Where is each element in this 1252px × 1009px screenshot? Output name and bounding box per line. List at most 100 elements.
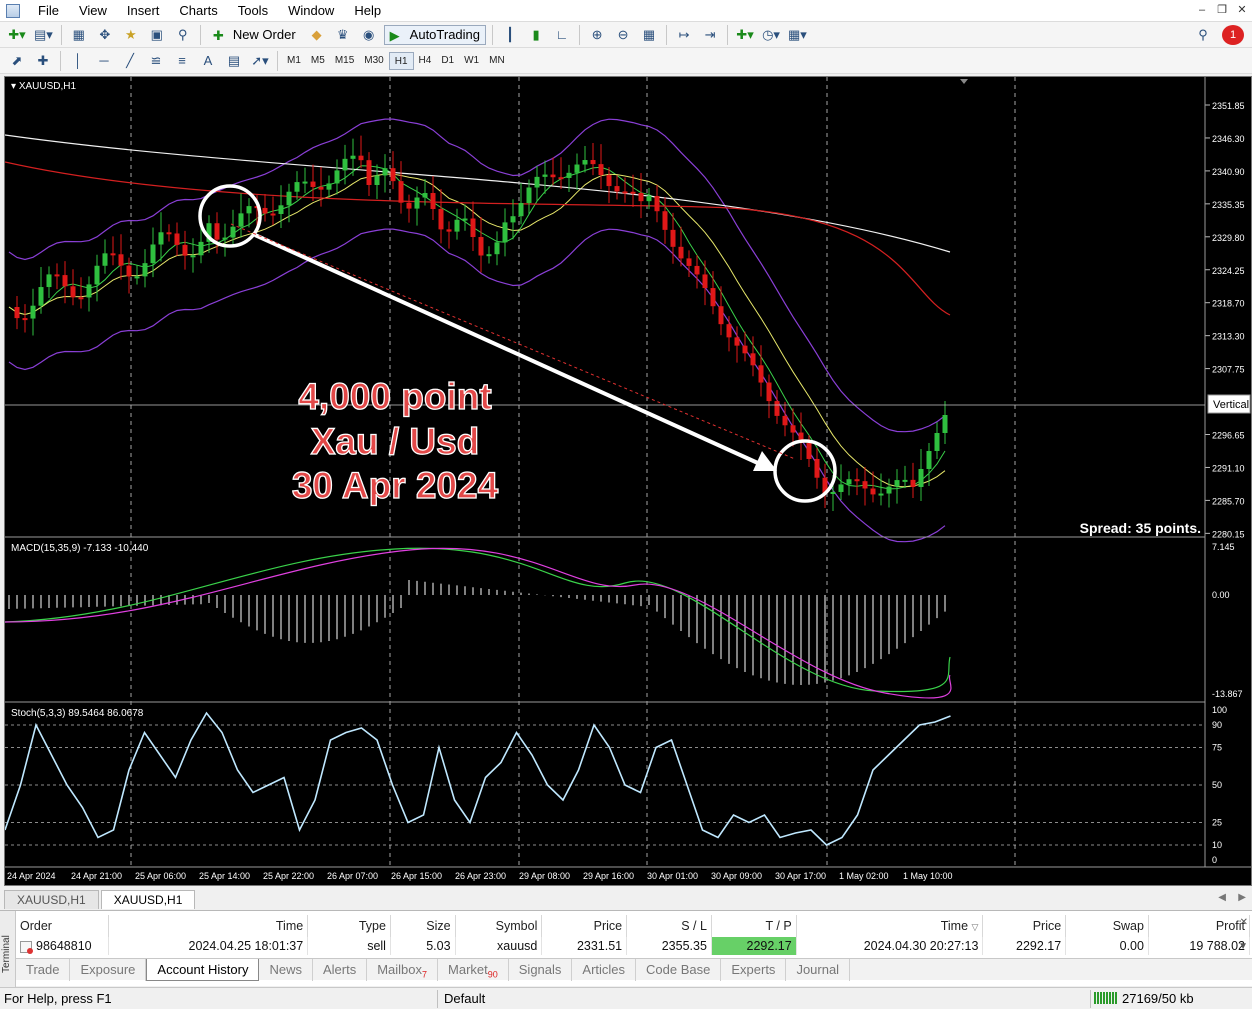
timeframe-m15[interactable]: M15 xyxy=(330,52,359,70)
tab-mailbox[interactable]: Mailbox7 xyxy=(367,958,439,981)
text-icon[interactable]: A xyxy=(197,51,219,71)
indicators-icon[interactable]: ✚▾ xyxy=(734,25,756,45)
profiles-icon[interactable]: ▤▾ xyxy=(32,25,55,45)
timeframe-mn[interactable]: MN xyxy=(484,52,510,70)
fibonacci-icon[interactable]: ≡ xyxy=(171,51,193,71)
chart-tab-2[interactable]: XAUUSD,H1 xyxy=(100,890,196,909)
zoom-in-icon[interactable]: ⊕ xyxy=(586,25,608,45)
market-watch-icon[interactable]: ▦ xyxy=(68,25,90,45)
autotrading-button[interactable]: ▶ AutoTrading xyxy=(383,24,487,45)
arrows-icon[interactable]: ➚▾ xyxy=(249,51,271,71)
terminal-icon[interactable]: ▣ xyxy=(146,25,168,45)
timeframe-d1[interactable]: D1 xyxy=(436,52,459,70)
candle-body xyxy=(894,480,900,487)
menu-charts[interactable]: Charts xyxy=(169,0,227,22)
line-chart-icon[interactable]: ∟ xyxy=(551,25,573,45)
timeframe-h4[interactable]: H4 xyxy=(414,52,437,70)
auto-scroll-icon[interactable]: ↦ xyxy=(673,25,695,45)
text-label-icon[interactable]: ▤ xyxy=(223,51,245,71)
timeframe-m5[interactable]: M5 xyxy=(306,52,330,70)
close-terminal-icon[interactable]: ✕ xyxy=(1240,917,1248,928)
menu-file[interactable]: File xyxy=(28,0,69,22)
tab-market[interactable]: Market90 xyxy=(438,958,509,981)
bar-chart-icon[interactable]: ┃ xyxy=(499,25,521,45)
candle-body xyxy=(422,193,428,198)
tab-alerts[interactable]: Alerts xyxy=(313,958,368,981)
templates-icon[interactable]: ▦▾ xyxy=(786,25,809,45)
menu-help[interactable]: Help xyxy=(344,0,391,22)
scroll-down-icon[interactable]: ▼ xyxy=(1238,941,1248,952)
vertical-line-icon[interactable]: │ xyxy=(67,51,89,71)
horizontal-line-icon[interactable]: ─ xyxy=(93,51,115,71)
tab-scroll-left-icon[interactable]: ◀ xyxy=(1218,892,1226,903)
col-tp[interactable]: T / P xyxy=(711,915,797,937)
col-sl[interactable]: S / L xyxy=(626,915,712,937)
strategy-tester-icon[interactable]: ⚲ xyxy=(172,25,194,45)
timeframe-m30[interactable]: M30 xyxy=(359,52,388,70)
timeframe-w1[interactable]: W1 xyxy=(459,52,484,70)
time-tick-label: 1 May 02:00 xyxy=(839,871,889,881)
col-time[interactable]: Time xyxy=(108,915,309,937)
tab-news[interactable]: News xyxy=(259,958,313,981)
zoom-out-icon[interactable]: ⊖ xyxy=(612,25,634,45)
menu-tools[interactable]: Tools xyxy=(228,0,278,22)
tab-scroll-right-icon[interactable]: ▶ xyxy=(1238,892,1246,903)
col-symbol[interactable]: Symbol xyxy=(455,915,543,937)
menu-insert[interactable]: Insert xyxy=(117,0,170,22)
minimize-icon[interactable]: – xyxy=(1192,0,1212,20)
col-close-time[interactable]: Time ▽ xyxy=(796,915,984,937)
vertical-label: Vertical xyxy=(1213,399,1249,411)
tab-trade[interactable]: Trade xyxy=(16,958,71,981)
col-order[interactable]: Order xyxy=(16,915,110,937)
chart-window[interactable]: 2351.85 2346.30 2340.90 2335.35 2329.80 2324.… xyxy=(4,76,1252,886)
timeframe-m1[interactable]: M1 xyxy=(282,52,306,70)
trendline-icon[interactable]: ╱ xyxy=(119,51,141,71)
price-chart[interactable]: 2351.85 2346.30 2340.90 2335.35 2329.80 2324.… xyxy=(4,77,1251,885)
new-order-button[interactable]: ✚ New Order xyxy=(207,25,302,45)
tab-experts[interactable]: Experts xyxy=(721,958,787,981)
col-price[interactable]: Price xyxy=(541,915,628,937)
data-window-icon[interactable]: ✥ xyxy=(94,25,116,45)
cursor-icon[interactable]: ⬈ xyxy=(6,51,28,71)
tab-exposure[interactable]: Exposure xyxy=(70,958,147,981)
channel-icon[interactable]: ≌ xyxy=(145,51,167,71)
tab-articles[interactable]: Articles xyxy=(572,958,637,981)
candlestick-icon[interactable]: ▮ xyxy=(525,25,547,45)
col-swap[interactable]: Swap xyxy=(1065,915,1149,937)
candle-body xyxy=(294,182,300,192)
col-size[interactable]: Size xyxy=(390,915,456,937)
tab-code-base[interactable]: Code Base xyxy=(636,958,722,981)
candle-body xyxy=(374,175,380,185)
candle-body xyxy=(726,324,732,338)
navigator-icon[interactable]: ★ xyxy=(120,25,142,45)
menu-view[interactable]: View xyxy=(69,0,117,22)
periods-icon[interactable]: ◷▾ xyxy=(760,25,782,45)
new-chart-icon[interactable]: ✚▾ xyxy=(6,25,28,45)
col-type[interactable]: Type xyxy=(307,915,391,937)
tab-account-history[interactable]: Account History xyxy=(146,958,260,981)
col-profit[interactable]: Profit xyxy=(1148,915,1251,937)
chart-shift-icon[interactable]: ⇥ xyxy=(699,25,721,45)
chart-tab-1[interactable]: XAUUSD,H1 xyxy=(4,890,99,909)
table-row[interactable]: 98648810 2024.04.25 18:01:37 sell 5.03 x… xyxy=(16,937,1251,955)
chart-shift-marker[interactable] xyxy=(960,79,968,84)
metaeditor-icon[interactable]: ◆ xyxy=(306,25,328,45)
crosshair-icon[interactable]: ✚ xyxy=(32,51,54,71)
tile-windows-icon[interactable]: ▦ xyxy=(638,25,660,45)
tab-signals[interactable]: Signals xyxy=(509,958,573,981)
candle-body xyxy=(518,203,524,217)
notification-icon[interactable]: 1 xyxy=(1222,24,1244,45)
timeframe-h1[interactable]: H1 xyxy=(388,51,414,70)
signal-icon[interactable]: ◉ xyxy=(358,25,380,45)
restore-icon[interactable]: ❐ xyxy=(1212,0,1232,20)
cell-swap: 0.00 xyxy=(1065,937,1149,955)
close-icon[interactable]: ✕ xyxy=(1232,0,1252,20)
candle-body xyxy=(878,493,884,496)
tab-journal[interactable]: Journal xyxy=(786,958,851,981)
search-icon[interactable]: ⚲ xyxy=(1192,25,1214,45)
price-tick-label: 2351.85 xyxy=(1212,101,1245,111)
menu-window[interactable]: Window xyxy=(278,0,344,22)
stoch-tick-label: 75 xyxy=(1212,743,1222,753)
col-close-price[interactable]: Price xyxy=(982,915,1067,937)
vps-icon[interactable]: ♛ xyxy=(332,25,354,45)
